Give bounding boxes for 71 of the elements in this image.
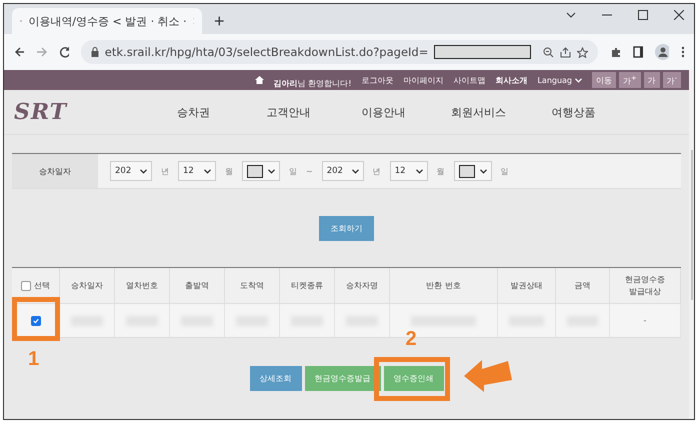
- go-button[interactable]: 이동: [592, 72, 616, 88]
- welcome-text: 님 환영합니다!: [298, 78, 352, 88]
- side-panel-icon[interactable]: [632, 46, 643, 58]
- back-icon[interactable]: [14, 46, 24, 58]
- profile-icon[interactable]: [654, 44, 669, 60]
- column-header: 열차번호: [115, 268, 170, 304]
- menu-icon[interactable]: [680, 46, 684, 58]
- column-header: 승차자명: [335, 268, 390, 304]
- column-header: 도착역: [225, 268, 280, 304]
- top-link[interactable]: 마이페이지: [403, 74, 444, 86]
- day-select[interactable]: [242, 161, 280, 181]
- column-header: 승차일자: [60, 268, 115, 304]
- step-number: 1: [28, 348, 40, 371]
- day-select[interactable]: [454, 161, 492, 181]
- lock-icon: [90, 47, 99, 57]
- reload-icon[interactable]: [58, 46, 69, 58]
- maximize-icon[interactable]: [638, 10, 648, 20]
- column-header: 금액: [556, 268, 610, 304]
- new-tab-button[interactable]: +: [210, 8, 229, 34]
- filter-label: 승차일자: [12, 154, 98, 188]
- chevron-down-icon: [416, 168, 423, 174]
- column-header: 티켓종류: [280, 268, 335, 304]
- unit-label: 월: [436, 166, 445, 176]
- top-link[interactable]: 사이트맵: [453, 74, 486, 86]
- unit-label: 월: [225, 166, 233, 176]
- nav-item[interactable]: 이용안내: [336, 104, 431, 120]
- browser-tab[interactable]: 이용내역/영수증 < 발권 · 취소 ·: [12, 8, 202, 34]
- language-select[interactable]: Languag: [537, 76, 572, 84]
- unit-label: 일: [289, 166, 297, 176]
- font-size-button[interactable]: 가$^{+}$: [619, 72, 641, 88]
- star-icon[interactable]: [577, 46, 588, 58]
- arrow-icon: [462, 358, 514, 394]
- column-header: 반환 번호: [390, 268, 498, 304]
- home-icon[interactable]: [254, 76, 264, 84]
- chevron-down-icon: [480, 168, 487, 174]
- chevron-down-icon: [575, 78, 582, 82]
- month-select[interactable]: 12: [390, 161, 428, 181]
- chevron-down-icon: [352, 168, 359, 174]
- font-size-button[interactable]: 가$^{-}$: [662, 72, 681, 88]
- nav-item[interactable]: 회원서비스: [431, 104, 526, 120]
- tab-title: 이용내역/영수증 < 발권 · 취소 ·: [28, 14, 187, 28]
- column-header: 현금영수증 발급대상: [610, 268, 681, 304]
- nav-item[interactable]: 승차권: [146, 104, 241, 120]
- chevron-down-icon[interactable]: [566, 10, 576, 20]
- chevron-down-icon: [140, 168, 147, 174]
- column-header: 출발역: [170, 268, 225, 304]
- year-select[interactable]: 202: [110, 161, 152, 181]
- chevron-down-icon: [268, 168, 275, 174]
- row-checkbox[interactable]: [30, 316, 40, 326]
- step-number: 2: [406, 328, 417, 351]
- url-text: etk.srail.kr/hpg/hta/03/selectBreakdownList.do?pageId=: [104, 45, 428, 59]
- nav-item[interactable]: 여행상품: [526, 104, 621, 120]
- logo[interactable]: SRT: [4, 99, 146, 125]
- nav-item[interactable]: 고객안내: [241, 104, 336, 120]
- unit-label: 년: [372, 166, 381, 176]
- zoom-icon[interactable]: [543, 46, 554, 58]
- unit-label: 일: [500, 166, 509, 176]
- puzzle-icon[interactable]: [610, 46, 621, 58]
- address-bar[interactable]: etk.srail.kr/hpg/hta/03/selectBreakdownList.do?pageId=: [80, 40, 598, 64]
- range-separator: ~: [306, 166, 313, 176]
- table-cell: -: [644, 316, 646, 325]
- column-header: 발권상태: [498, 268, 556, 304]
- top-link[interactable]: 로그아웃: [361, 74, 394, 86]
- user-name: 김아리: [274, 78, 298, 88]
- year-select[interactable]: 202: [322, 161, 364, 181]
- top-link[interactable]: 회사소개: [495, 74, 528, 86]
- share-icon[interactable]: [560, 46, 572, 58]
- unit-label: 년: [161, 166, 169, 176]
- font-size-button[interactable]: 가: [644, 72, 660, 88]
- month-select[interactable]: 12: [178, 161, 216, 181]
- chevron-down-icon: [204, 168, 211, 174]
